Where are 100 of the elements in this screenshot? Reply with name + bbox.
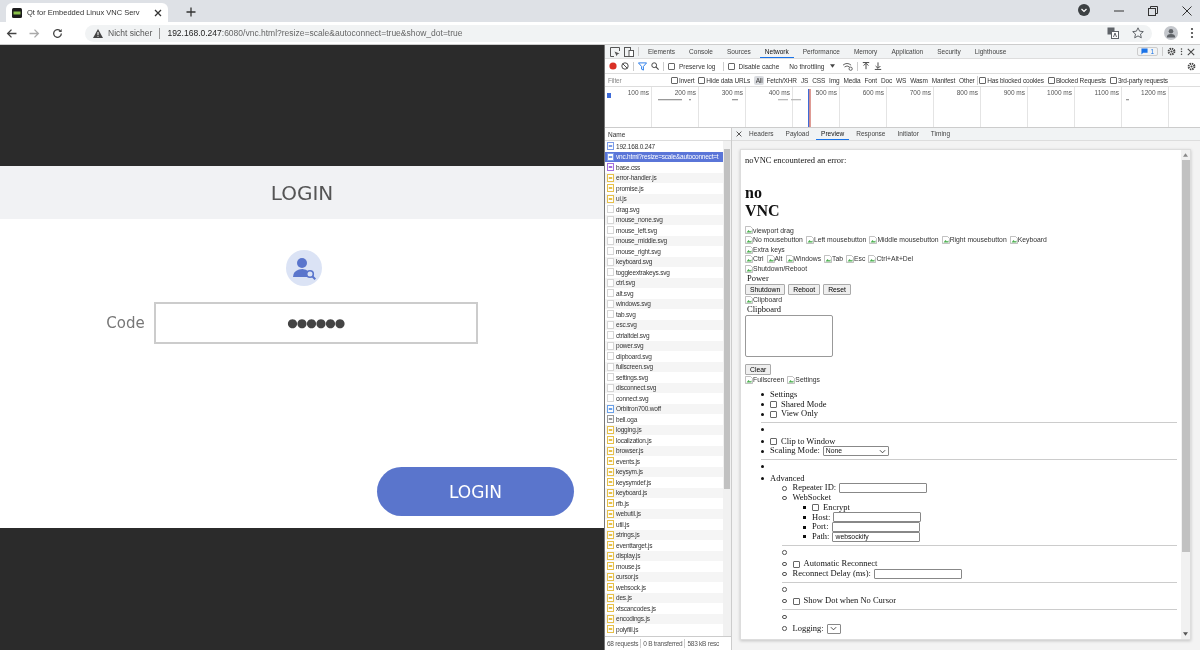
translate-icon[interactable] — [1107, 27, 1119, 39]
checkbox[interactable] — [770, 400, 777, 408]
download-icon[interactable] — [874, 62, 883, 70]
power-label: Power — [746, 273, 770, 284]
menu-icon[interactable] — [1180, 47, 1183, 56]
new-tab-icon[interactable] — [186, 7, 196, 17]
checkbox[interactable] — [671, 76, 678, 84]
checkbox[interactable] — [770, 438, 777, 446]
input-field[interactable] — [833, 512, 922, 523]
scrollbar-thumb[interactable] — [1181, 160, 1190, 552]
bullet-icon — [803, 506, 806, 510]
setting-label: Repeater ID: — [792, 483, 837, 494]
address-bar[interactable]: Nicht sicher 192.168.0.247:6080/vnc.html?resize=scale&autoconnect=true&show_dot=true — [85, 24, 1152, 42]
checkbox[interactable] — [979, 76, 987, 84]
record-icon[interactable] — [609, 62, 617, 70]
restore-icon[interactable] — [1148, 6, 1158, 16]
scroll-down-icon[interactable] — [1183, 632, 1188, 636]
setting-label: Show Dot when No Cursor — [803, 596, 897, 606]
broken-image-icon — [787, 376, 796, 385]
broken-image-icon — [805, 236, 814, 244]
security-label: Nicht sicher — [108, 28, 153, 38]
scrollbar-thumb[interactable] — [724, 149, 730, 489]
chevron-icon — [829, 626, 837, 632]
bullet-icon — [803, 535, 806, 539]
checkbox[interactable] — [792, 597, 800, 605]
checkbox[interactable] — [698, 76, 706, 84]
setting-label: Logging: — [792, 623, 824, 634]
broken-image-icon — [745, 295, 753, 304]
broken-image-icon — [869, 236, 878, 244]
broken-image-icon — [745, 376, 753, 385]
bullet-icon — [761, 402, 764, 406]
bullet-icon — [782, 571, 787, 577]
bullet-icon — [803, 515, 806, 519]
dropdown-icon[interactable] — [1078, 4, 1090, 16]
bullet-icon — [782, 598, 787, 604]
bullet-icon — [761, 440, 764, 444]
setting-label: Scaling Mode: — [770, 446, 820, 456]
inspect-icon[interactable] — [610, 46, 620, 57]
checkbox[interactable] — [770, 410, 777, 418]
input-field[interactable] — [873, 568, 962, 579]
close-icon[interactable] — [1182, 6, 1192, 16]
chevron-icon — [878, 448, 886, 454]
profile-icon[interactable] — [1164, 26, 1178, 40]
bullet-icon — [782, 614, 787, 620]
wifi-settings-icon[interactable] — [842, 61, 854, 71]
setting-label: Settings — [770, 390, 798, 400]
checkbox[interactable] — [1047, 76, 1055, 84]
bullet-icon — [761, 449, 764, 453]
clear-icon[interactable] — [621, 62, 629, 70]
checkbox[interactable] — [727, 62, 735, 70]
menu-icon[interactable] — [1190, 27, 1194, 39]
filter-icon[interactable] — [638, 61, 647, 71]
close-icon[interactable] — [154, 8, 162, 17]
setting-label: Host: — [812, 512, 831, 523]
setting-label: Automatic Reconnect — [803, 559, 878, 569]
bullet-icon — [803, 525, 806, 529]
device-icon[interactable] — [624, 46, 634, 57]
clipboard-label: Clipboard — [746, 304, 781, 315]
checkbox[interactable] — [1109, 76, 1117, 84]
checkbox[interactable] — [668, 62, 675, 70]
upload-icon[interactable] — [862, 62, 871, 70]
settings-icon[interactable] — [1187, 61, 1196, 71]
input-field[interactable] — [839, 483, 928, 494]
close-icon[interactable] — [736, 131, 742, 137]
setting-label: Advanced — [770, 473, 805, 484]
vnc-favicon-icon — [12, 7, 22, 18]
bullet-icon — [782, 495, 787, 501]
clipboard-text-area[interactable] — [745, 315, 833, 358]
scroll-up-icon[interactable] — [1183, 153, 1188, 157]
star-icon[interactable] — [1132, 27, 1144, 39]
setting-label: Shared Mode — [781, 399, 827, 410]
page-heading: VNC — [745, 201, 781, 220]
checkbox[interactable] — [792, 560, 800, 568]
login-button[interactable]: LOGIN — [377, 467, 574, 516]
page-heading: no — [745, 183, 763, 202]
broken-image-icon — [868, 255, 877, 264]
checkbox[interactable] — [812, 504, 819, 512]
broken-image-icon — [1009, 236, 1018, 244]
setting-label: Clip to Window — [781, 436, 836, 447]
input-field[interactable] — [831, 522, 920, 533]
user-search-icon — [286, 250, 322, 286]
dropdown[interactable] — [826, 623, 841, 634]
bullet-icon — [761, 465, 764, 469]
setting-label: Path: — [812, 531, 830, 542]
code-field[interactable]: ●●●●●● — [153, 302, 478, 344]
bullet-icon — [761, 393, 764, 397]
bullet-icon — [761, 412, 764, 416]
broken-image-icon — [785, 255, 794, 264]
broken-image-icon — [766, 255, 775, 264]
setting-label: Encrypt — [823, 502, 850, 513]
search-icon[interactable] — [651, 62, 659, 70]
broken-image-icon — [846, 255, 855, 264]
bullet-icon — [761, 428, 764, 432]
close-icon[interactable] — [1187, 47, 1195, 56]
back-arrow-icon[interactable] — [6, 27, 17, 39]
bullet-icon — [761, 477, 764, 481]
reload-icon[interactable] — [52, 27, 63, 39]
settings-icon[interactable] — [1167, 47, 1176, 56]
error-text: noVNC encountered an error: — [745, 156, 848, 166]
login-title: LOGIN — [270, 180, 334, 205]
